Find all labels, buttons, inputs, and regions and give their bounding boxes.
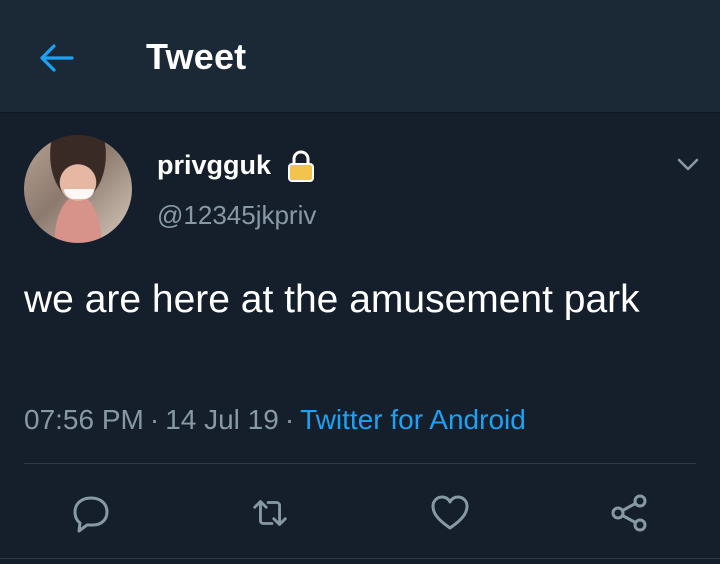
tweet-time: 07:56 PM xyxy=(24,404,144,435)
reply-button[interactable] xyxy=(70,492,112,534)
tweet-meta: 07:56 PM · 14 Jul 19 · Twitter for Android xyxy=(24,404,526,436)
top-bar: Tweet xyxy=(0,0,720,113)
reply-icon xyxy=(73,496,109,533)
arrow-left-icon xyxy=(40,44,74,72)
share-icon xyxy=(611,494,647,532)
tweet-date: 14 Jul 19 xyxy=(165,404,279,435)
share-button[interactable] xyxy=(608,492,650,534)
meta-separator: · xyxy=(149,404,160,435)
divider xyxy=(24,463,696,464)
chevron-down-icon[interactable] xyxy=(674,152,702,176)
tweet-source-link[interactable]: Twitter for Android xyxy=(300,404,526,435)
meta-separator: · xyxy=(284,404,295,435)
retweet-icon xyxy=(253,500,287,526)
user-handle[interactable]: @12345jkpriv xyxy=(157,200,316,231)
display-name[interactable]: privgguk xyxy=(157,150,271,181)
heart-icon xyxy=(431,495,469,530)
divider xyxy=(0,558,720,559)
back-button[interactable] xyxy=(32,38,80,78)
tweet-text: we are here at the amusement park xyxy=(24,278,640,321)
retweet-button[interactable] xyxy=(249,492,291,534)
avatar-photo-detail xyxy=(64,189,94,199)
avatar[interactable] xyxy=(24,135,132,243)
like-button[interactable] xyxy=(429,492,471,534)
page-title: Tweet xyxy=(146,36,247,77)
lock-icon xyxy=(288,150,314,182)
